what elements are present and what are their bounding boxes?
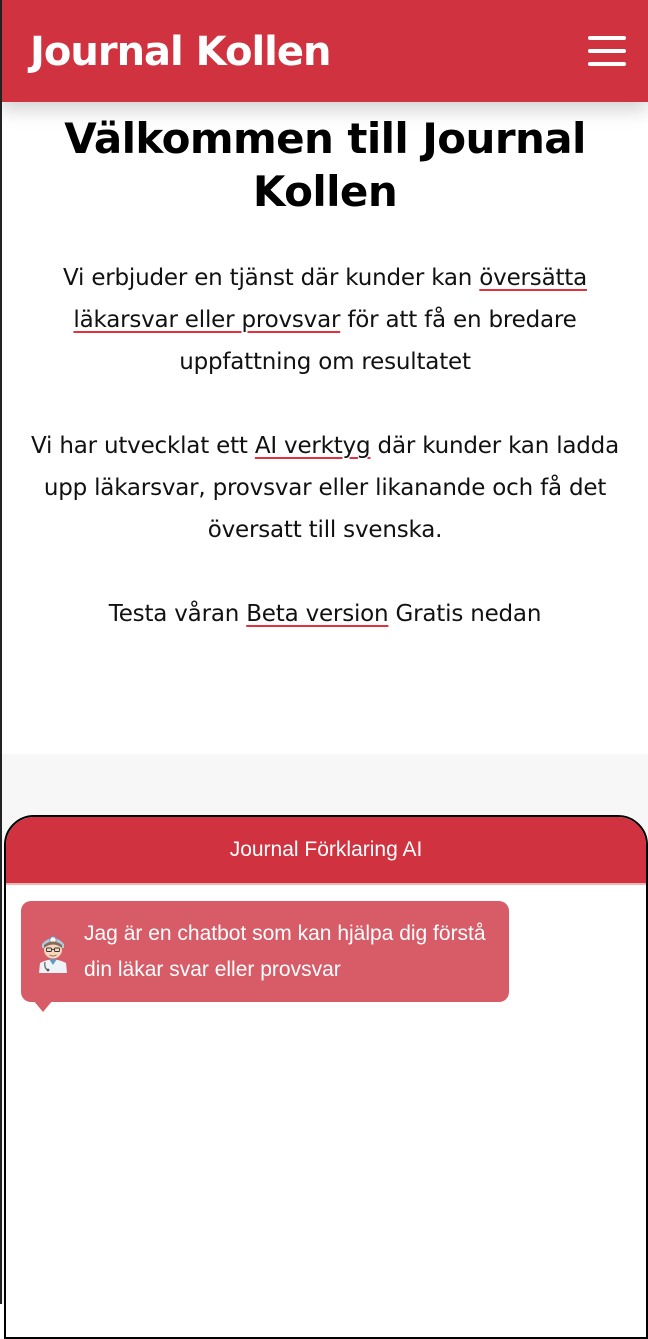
chat-widget: Journal Förklaring AI Jag är en chatbot …	[4, 815, 648, 1339]
doctor-avatar-icon	[39, 936, 67, 973]
page-left-border	[0, 0, 2, 1304]
ai-tool-paragraph: Vi har utvecklat ett AI verktyg där kund…	[20, 425, 630, 551]
hamburger-menu-icon-bar	[588, 49, 626, 53]
intro-paragraph: Vi erbjuder en tjänst där kunder kan öve…	[20, 257, 630, 383]
page-title: Välkommen till Journal Kollen	[64, 114, 586, 216]
beta-version-link[interactable]: Beta version	[246, 601, 388, 627]
chat-title: Journal Förklaring AI	[229, 838, 423, 861]
beta-paragraph: Testa våran Beta version Gratis nedan	[20, 593, 630, 635]
bot-message-tail	[33, 1000, 53, 1012]
hero-section: Välkommen till Journal Kollen Vi erbjude…	[2, 102, 648, 754]
intro-text-start: Vi erbjuder en tjänst där kunder kan	[63, 265, 480, 291]
hamburger-menu-button[interactable]	[582, 30, 632, 72]
ai-tool-link[interactable]: AI verktyg	[255, 433, 371, 459]
hamburger-menu-icon	[588, 36, 626, 40]
beta-text-end: Gratis nedan	[388, 601, 542, 627]
bot-message-text: Jag är en chatbot som kan hjälpa dig för…	[84, 922, 486, 981]
beta-text-start: Testa våran	[108, 601, 247, 627]
bot-message-bubble: Jag är en chatbot som kan hjälpa dig för…	[21, 901, 509, 1002]
hamburger-menu-icon-bar	[588, 62, 626, 66]
site-header: Journal Kollen	[0, 0, 648, 102]
ai-text-start: Vi har utvecklat ett	[31, 433, 255, 459]
site-logo-text[interactable]: Journal Kollen	[30, 26, 331, 78]
chat-header: Journal Förklaring AI	[6, 817, 646, 885]
